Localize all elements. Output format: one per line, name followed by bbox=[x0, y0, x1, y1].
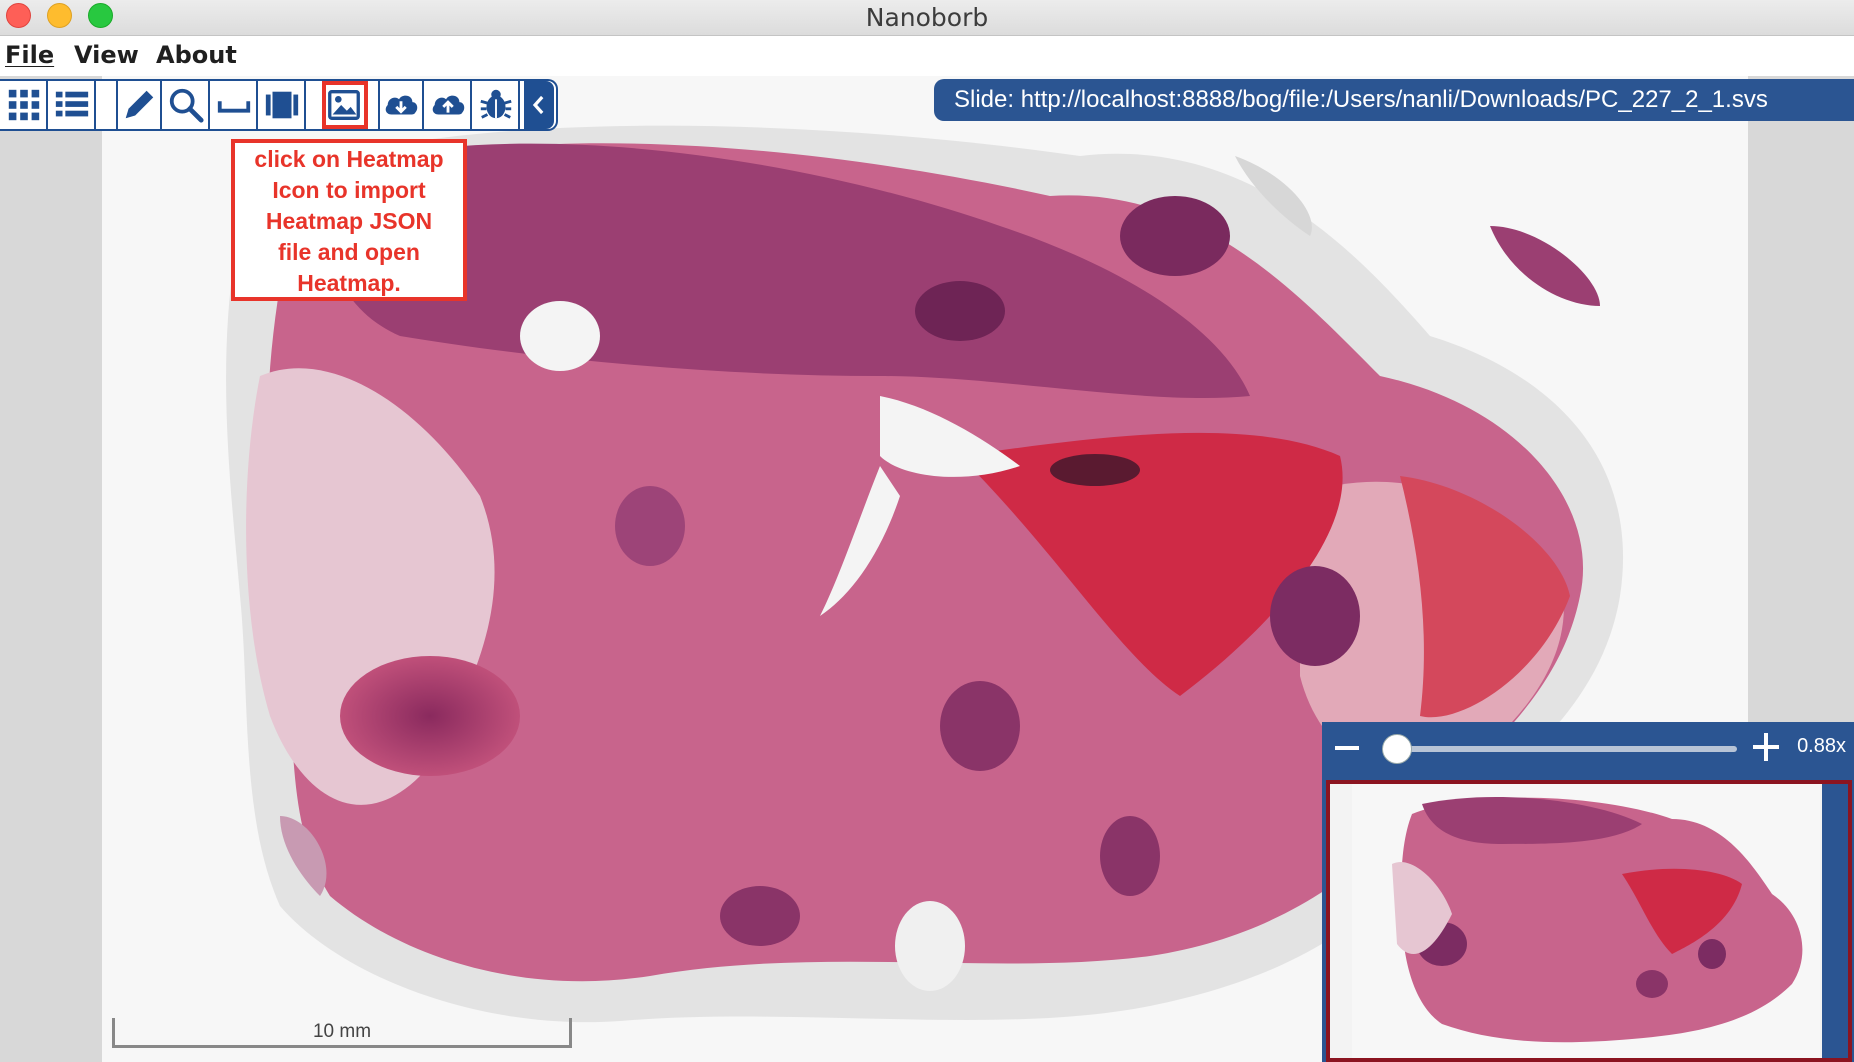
scale-bar: 10 mm bbox=[112, 1018, 572, 1048]
zoom-slider-knob[interactable] bbox=[1381, 734, 1412, 764]
heatmap-button[interactable] bbox=[322, 81, 368, 129]
heatmap-callout: click on Heatmap Icon to import Heatmap … bbox=[231, 139, 467, 301]
ruler-icon bbox=[217, 101, 251, 113]
collapse-toolbar-button[interactable] bbox=[524, 81, 554, 129]
window-title: Nanoborb bbox=[865, 3, 989, 32]
menu-about[interactable]: About bbox=[156, 41, 237, 69]
debug-button[interactable] bbox=[474, 81, 520, 129]
menu-file[interactable]: File bbox=[5, 41, 54, 69]
title-bar: Nanoborb bbox=[0, 0, 1854, 36]
menu-view[interactable]: View bbox=[74, 41, 139, 69]
grid-view-icon bbox=[8, 89, 40, 121]
download-cloud-icon bbox=[385, 95, 418, 115]
zoom-control: 0.88x bbox=[1322, 722, 1854, 774]
callout-line: click on Heatmap bbox=[254, 146, 444, 172]
zoom-slider-track[interactable] bbox=[1382, 746, 1737, 752]
callout-line: file and open bbox=[278, 239, 420, 265]
heatmap-image-icon bbox=[328, 90, 360, 120]
filmstrip-button[interactable] bbox=[260, 81, 306, 129]
navigator-viewport[interactable] bbox=[1326, 780, 1852, 1062]
slide-path-banner: Slide: http://localhost:8888/bog/file:/U… bbox=[934, 79, 1854, 121]
menu-bar: File View About bbox=[0, 37, 1854, 75]
callout-line: Icon to import bbox=[272, 177, 426, 203]
navigator-thumbnail bbox=[1352, 784, 1820, 1058]
navigator-panel[interactable] bbox=[1322, 774, 1854, 1062]
draw-button[interactable] bbox=[116, 81, 162, 129]
upload-button[interactable] bbox=[426, 81, 472, 129]
pencil-icon bbox=[125, 90, 154, 119]
callout-line: Heatmap JSON bbox=[265, 208, 433, 234]
callout-line: Heatmap. bbox=[297, 270, 401, 296]
zoom-in-icon[interactable] bbox=[1750, 730, 1782, 764]
upload-cloud-icon bbox=[432, 95, 465, 115]
zoom-level-label: 0.88x bbox=[1797, 735, 1846, 757]
grid-view-button[interactable] bbox=[2, 81, 48, 129]
scale-bar-label: 10 mm bbox=[312, 1021, 372, 1042]
download-button[interactable] bbox=[378, 81, 424, 129]
magnifier-icon bbox=[169, 88, 204, 123]
film-strip-icon bbox=[265, 91, 299, 119]
toolbar bbox=[0, 79, 558, 131]
chevron-left-icon bbox=[532, 95, 544, 115]
list-view-icon bbox=[55, 91, 89, 117]
bug-icon bbox=[480, 89, 512, 119]
list-view-button[interactable] bbox=[50, 81, 96, 129]
zoom-button[interactable] bbox=[164, 81, 210, 129]
navigator-side-bar bbox=[1822, 784, 1848, 1058]
measure-button[interactable] bbox=[212, 81, 258, 129]
zoom-out-icon[interactable] bbox=[1332, 734, 1362, 762]
